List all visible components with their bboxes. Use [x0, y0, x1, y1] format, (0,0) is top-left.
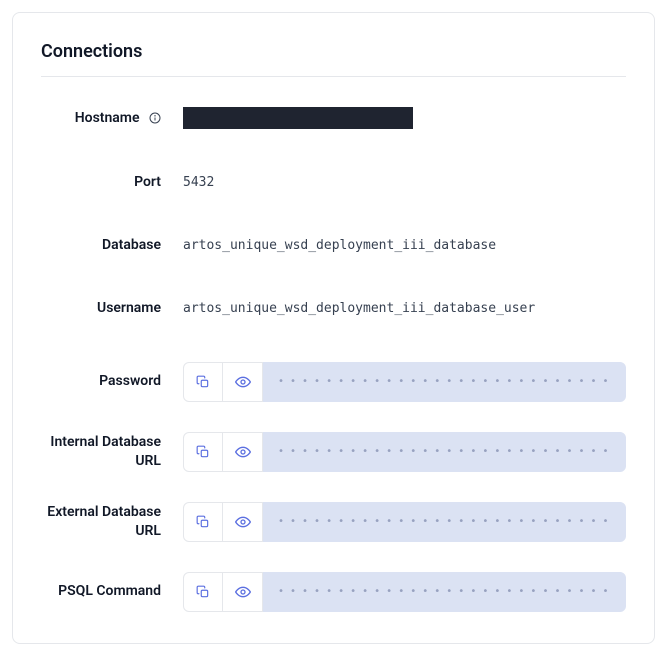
masked-value-external-url[interactable]: ••••••••••••••••••••••••••••••••••••••••…	[263, 502, 626, 542]
hostname-value-redacted	[183, 107, 413, 129]
reveal-button[interactable]	[223, 432, 263, 472]
masked-value-psql[interactable]: ••••••••••••••••••••••••••••••••••••••••…	[263, 572, 626, 612]
info-icon[interactable]	[149, 112, 161, 124]
row-psql: PSQL Command •••••••••••••••••••••••••••…	[41, 572, 626, 612]
row-password: Password •••••••••••••••••••••••••••••••…	[41, 362, 626, 402]
row-username: Username artos_unique_wsd_deployment_iii…	[41, 299, 626, 318]
masked-dots: ••••••••••••••••••••••••••••••••••••••••…	[278, 516, 611, 527]
value-port: 5432	[183, 175, 214, 190]
copy-button[interactable]	[183, 432, 223, 472]
label-internal-url: Internal Database URL	[41, 433, 161, 471]
masked-dots: ••••••••••••••••••••••••••••••••••••••••…	[278, 446, 611, 457]
row-external-url: External Database URL ••••••••••••••••••…	[41, 502, 626, 542]
masked-value-password[interactable]: ••••••••••••••••••••••••••••••••••••••••…	[263, 362, 626, 402]
row-port: Port 5432	[41, 173, 626, 192]
label-database: Database	[41, 236, 161, 255]
row-hostname: Hostname	[41, 107, 626, 129]
row-internal-url: Internal Database URL ••••••••••••••••••…	[41, 432, 626, 472]
value-username: artos_unique_wsd_deployment_iii_database…	[183, 301, 535, 316]
copy-button[interactable]	[183, 572, 223, 612]
card-title: Connections	[41, 41, 626, 77]
reveal-button[interactable]	[223, 572, 263, 612]
label-external-url: External Database URL	[41, 503, 161, 541]
secret-group-psql: ••••••••••••••••••••••••••••••••••••••••…	[183, 572, 626, 612]
masked-dots: ••••••••••••••••••••••••••••••••••••••••…	[278, 586, 611, 597]
row-database: Database artos_unique_wsd_deployment_iii…	[41, 236, 626, 255]
label-password: Password	[41, 372, 161, 391]
label-hostname-text: Hostname	[75, 110, 140, 126]
connections-card: Connections Hostname Port 5432 Database …	[12, 12, 655, 644]
label-username: Username	[41, 299, 161, 318]
reveal-button[interactable]	[223, 362, 263, 402]
secret-group-external-url: ••••••••••••••••••••••••••••••••••••••••…	[183, 502, 626, 542]
secret-group-internal-url: ••••••••••••••••••••••••••••••••••••••••…	[183, 432, 626, 472]
secret-group-password: ••••••••••••••••••••••••••••••••••••••••…	[183, 362, 626, 402]
reveal-button[interactable]	[223, 502, 263, 542]
masked-dots: ••••••••••••••••••••••••••••••••••••••••…	[278, 376, 611, 387]
label-hostname: Hostname	[41, 109, 161, 128]
label-psql: PSQL Command	[41, 582, 161, 601]
copy-button[interactable]	[183, 502, 223, 542]
label-port: Port	[41, 173, 161, 192]
masked-value-internal-url[interactable]: ••••••••••••••••••••••••••••••••••••••••…	[263, 432, 626, 472]
value-database: artos_unique_wsd_deployment_iii_database	[183, 238, 496, 253]
copy-button[interactable]	[183, 362, 223, 402]
